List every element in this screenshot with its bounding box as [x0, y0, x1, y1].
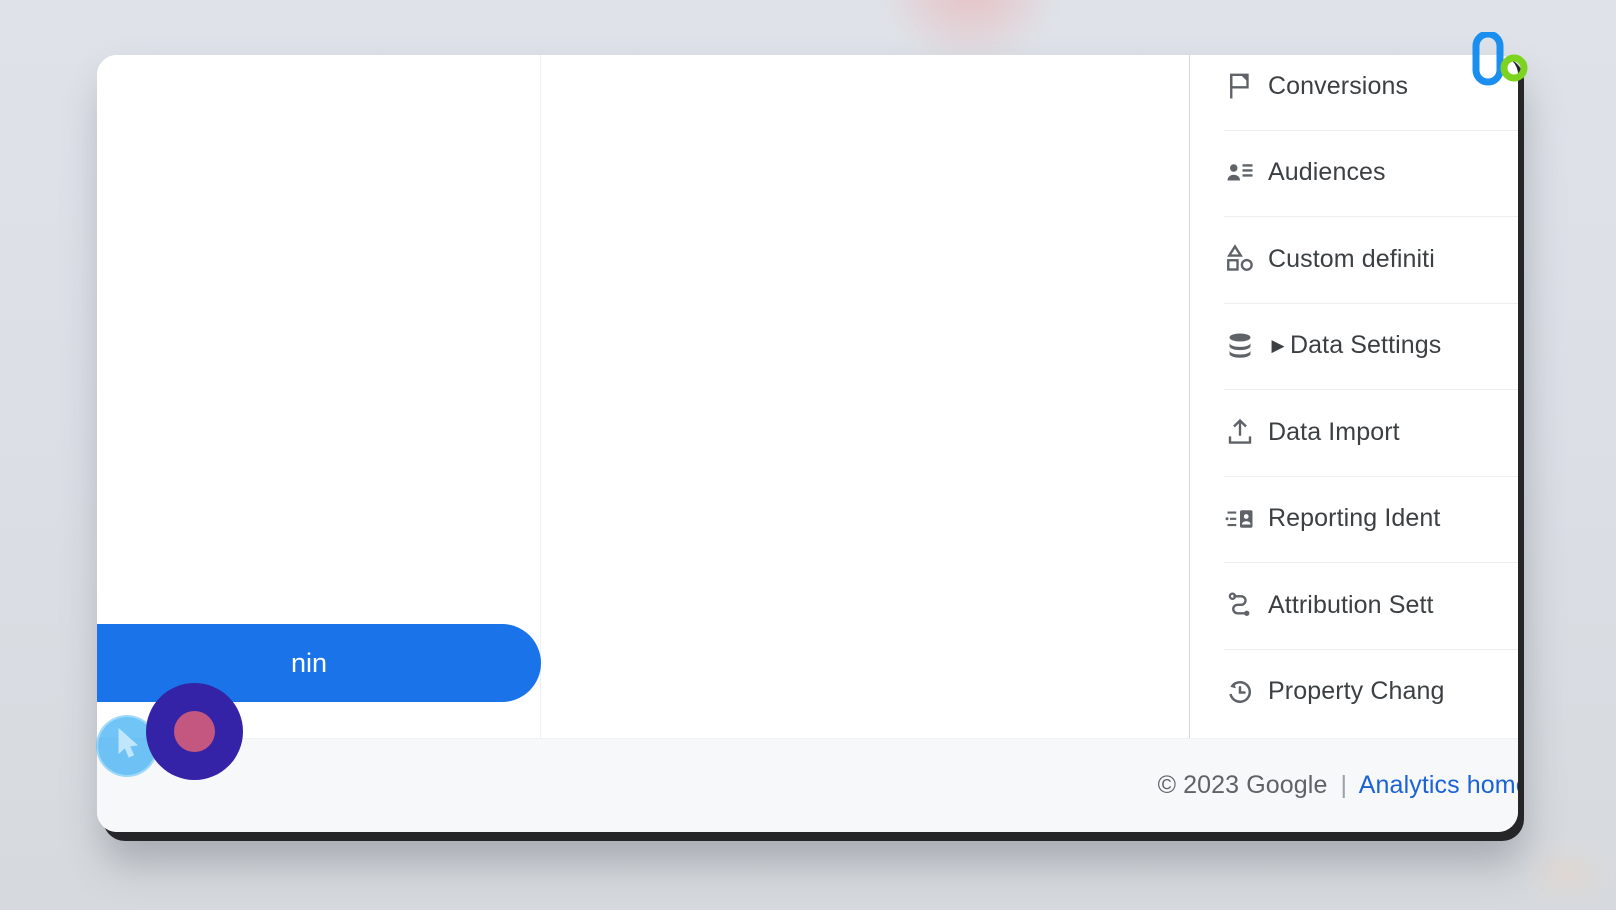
footer-copyright: © 2023 Google [1157, 771, 1328, 799]
flag-icon [1222, 68, 1258, 104]
nav-item-label: Audiences [1268, 158, 1386, 187]
nav-item-attribution-sett[interactable]: Attribution Sett [1190, 562, 1518, 649]
nav-item-custom-definiti[interactable]: Custom definiti [1190, 216, 1518, 303]
footer-text: © 2023 Google | Analytics home | Ter [1158, 771, 1518, 800]
nav-item-label: Property Chang [1268, 677, 1445, 706]
page-footer: © 2023 Google | Analytics home | Ter [97, 738, 1518, 832]
nav-item-label: Data Settings [1290, 331, 1442, 360]
footer-separator-1: | [1340, 771, 1348, 799]
nav-item-label: Attribution Sett [1268, 590, 1434, 619]
custom-definitions-shapes-icon [1222, 241, 1258, 277]
property-settings-nav-list: Conversions Audiences Custom definiti ▶ Data… [1190, 55, 1518, 735]
window-content: nin Conversions Audiences Custom definiti ▶… [97, 55, 1518, 738]
nav-item-conversions[interactable]: Conversions [1190, 55, 1518, 130]
admin-action-button-label: nin [290, 647, 328, 678]
middle-blank-panel [541, 55, 1190, 738]
history-clock-icon [1222, 674, 1258, 710]
nav-item-property-chang[interactable]: Property Chang [1190, 648, 1518, 736]
left-blank-panel: nin [97, 55, 541, 738]
nav-item-label: Data Import [1268, 417, 1400, 446]
nav-item-label: Conversions [1268, 71, 1409, 100]
nav-item-label: Reporting Ident [1268, 504, 1441, 533]
database-icon [1222, 328, 1258, 364]
browser-window: nin Conversions Audiences Custom definiti ▶… [97, 55, 1518, 832]
nav-item-audiences[interactable]: Audiences [1190, 129, 1518, 217]
attribution-path-icon [1222, 587, 1258, 623]
nav-item-data-import[interactable]: Data Import [1190, 389, 1518, 476]
nav-item-label: Custom definiti [1268, 244, 1435, 273]
reporting-identity-icon [1222, 501, 1258, 537]
property-settings-nav-panel: Conversions Audiences Custom definiti ▶ Data… [1190, 55, 1518, 738]
nav-item-reporting-ident[interactable]: Reporting Ident [1190, 475, 1518, 563]
upload-icon [1222, 414, 1258, 450]
nav-item-data-settings[interactable]: ▶ Data Settings [1190, 302, 1518, 390]
screenshot-stage: nin Conversions Audiences Custom definiti ▶… [0, 0, 1616, 910]
analytics-home-link[interactable]: Analytics home [1359, 771, 1518, 799]
audience-person-list-icon [1222, 155, 1258, 191]
admin-action-button[interactable]: nin [97, 624, 541, 702]
chevron-right-icon[interactable]: ▶ [1268, 337, 1288, 354]
